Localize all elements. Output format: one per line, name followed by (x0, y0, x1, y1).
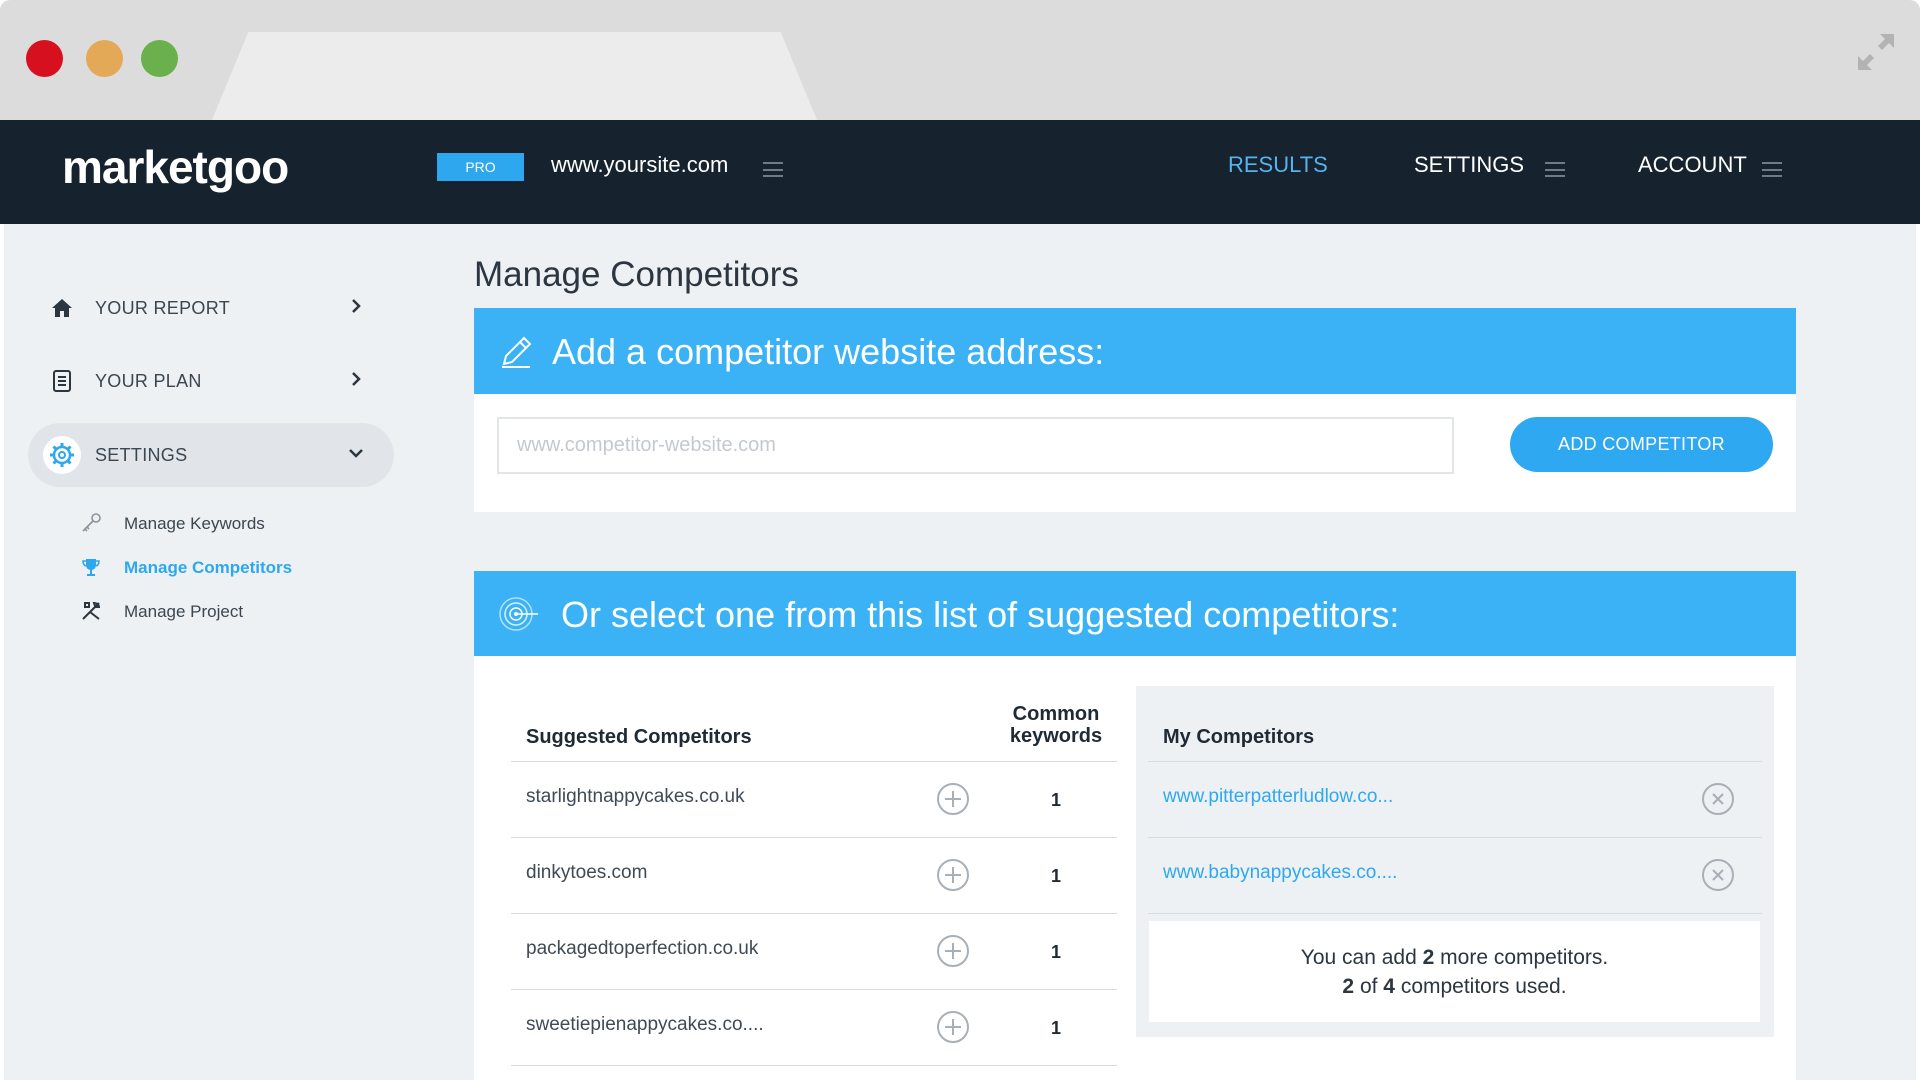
remaining-count: 2 (1422, 946, 1435, 969)
sidebar-item-label: YOUR REPORT (95, 298, 230, 318)
nav-results[interactable]: RESULTS (1228, 150, 1328, 181)
gear-icon (43, 436, 81, 474)
pro-plan-badge: PRO (437, 153, 524, 181)
common-keywords-header-line1: Common (1012, 703, 1100, 725)
competitor-quota-note: You can add 2 more competitors. 2 of 4 c… (1149, 921, 1760, 1022)
suggested-competitor-row: sweetiepienappycakes.co.... 1 (511, 990, 1117, 1066)
trophy-icon (82, 559, 100, 576)
add-competitor-title: Add a competitor website address: (552, 331, 1105, 372)
my-competitor-row: www.babynappycakes.co.... (1148, 838, 1762, 914)
browser-tab[interactable] (212, 32, 817, 120)
my-competitor-link[interactable]: www.babynappycakes.co.... (1163, 862, 1397, 885)
common-keywords-count: 1 (1050, 866, 1061, 886)
competitor-domain: packagedtoperfection.co.uk (526, 938, 759, 959)
page-title: Manage Competitors (474, 255, 799, 294)
target-icon (499, 597, 538, 631)
suggested-competitor-row: packagedtoperfection.co.uk 1 (511, 914, 1117, 990)
app-header: marketgoo PRO www.yoursite.com RESULTS S… (0, 120, 1920, 224)
pencil-icon (502, 336, 532, 368)
add-circle-icon[interactable] (936, 782, 970, 816)
quota-used-text: 2 of 4 competitors used. (1342, 975, 1567, 998)
chevron-down-icon (349, 449, 363, 458)
expand-arrows-icon[interactable] (1854, 30, 1898, 74)
my-competitors-title: My Competitors (1163, 726, 1315, 748)
total-count: 4 (1383, 975, 1395, 998)
competitor-domain: sweetiepienappycakes.co.... (526, 1014, 764, 1035)
my-competitors-box: My Competitors www.pitterpatterludlow.co… (1136, 686, 1774, 1037)
site-menu-icon[interactable] (763, 162, 783, 177)
common-keywords-header-line2: keywords (1009, 725, 1103, 747)
minimize-window-button[interactable] (86, 40, 123, 77)
home-icon (52, 299, 72, 317)
my-competitor-row: www.pitterpatterludlow.co... (1148, 762, 1762, 838)
document-icon (53, 370, 71, 392)
suggested-competitor-row: dinkytoes.com 1 (511, 838, 1117, 914)
browser-chrome (0, 0, 1920, 120)
sidebar-subitem-label: Manage Competitors (124, 558, 293, 577)
add-competitor-button[interactable]: ADD COMPETITOR (1510, 417, 1773, 472)
chevron-right-icon (352, 372, 361, 386)
tools-icon (82, 601, 101, 620)
suggested-competitors-title: Or select one from this list of suggeste… (561, 594, 1400, 635)
sidebar-item-your-plan[interactable]: YOUR PLAN (28, 349, 394, 413)
quota-remaining-text: You can add 2 more competitors. (1300, 946, 1609, 969)
marketgoo-logo[interactable]: marketgoo (62, 140, 289, 195)
suggested-competitors-panel: Or select one from this list of suggeste… (474, 571, 1796, 1080)
competitor-domain: dinkytoes.com (526, 862, 648, 883)
add-circle-icon[interactable] (936, 1010, 970, 1044)
competitor-url-input[interactable] (497, 417, 1454, 474)
common-keywords-count: 1 (1050, 790, 1061, 810)
suggested-competitors-panel-header: Or select one from this list of suggeste… (474, 571, 1796, 656)
sidebar-subitem-label: Manage Keywords (124, 514, 265, 533)
suggested-competitor-row: starlightnappycakes.co.uk 1 (511, 762, 1117, 838)
sidebar-item-your-report[interactable]: YOUR REPORT (28, 276, 394, 340)
close-window-button[interactable] (26, 40, 63, 77)
chevron-right-icon (352, 299, 361, 313)
common-keywords-count: 1 (1050, 1018, 1061, 1038)
competitor-domain: starlightnappycakes.co.uk (526, 786, 745, 807)
key-icon (82, 513, 101, 532)
add-circle-icon[interactable] (936, 858, 970, 892)
sidebar-item-settings[interactable]: SETTINGS (28, 423, 394, 487)
sidebar-item-label: YOUR PLAN (95, 371, 202, 391)
used-count: 2 (1342, 975, 1355, 998)
add-competitor-panel: Add a competitor website address: ADD CO… (474, 308, 1796, 512)
common-keywords-column-header: Common keywords (996, 703, 1116, 747)
settings-menu-icon[interactable] (1545, 162, 1565, 177)
account-menu-icon[interactable] (1762, 162, 1782, 177)
remove-circle-icon[interactable] (1701, 858, 1735, 892)
remove-circle-icon[interactable] (1701, 782, 1735, 816)
sidebar-item-label: SETTINGS (95, 445, 188, 465)
my-competitor-link[interactable]: www.pitterpatterludlow.co... (1163, 786, 1393, 809)
add-circle-icon[interactable] (936, 934, 970, 968)
site-selector[interactable]: www.yoursite.com (551, 150, 728, 181)
add-competitor-panel-header: Add a competitor website address: (474, 308, 1796, 394)
sidebar-subitem-label: Manage Project (124, 602, 244, 621)
common-keywords-count: 1 (1050, 942, 1061, 962)
nav-account[interactable]: ACCOUNT (1638, 150, 1747, 181)
nav-settings[interactable]: SETTINGS (1414, 150, 1524, 181)
maximize-window-button[interactable] (141, 40, 178, 77)
suggested-competitors-column-header: Suggested Competitors (526, 726, 752, 748)
